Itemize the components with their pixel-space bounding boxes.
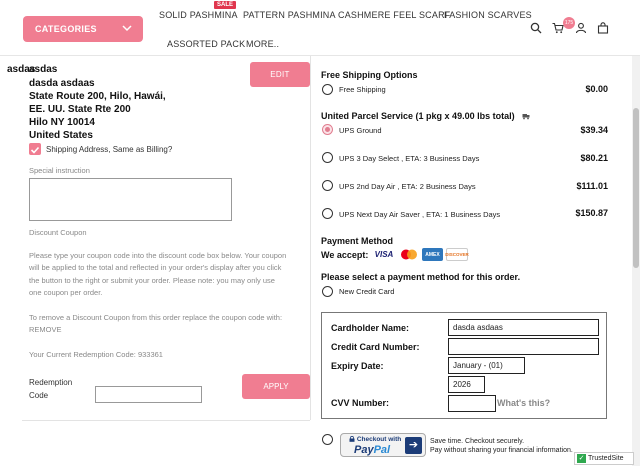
redemption-code-input[interactable] — [95, 386, 202, 403]
special-instruction-label: Special instruction — [29, 166, 90, 175]
free-shipping-price: $0.00 — [585, 84, 608, 94]
sale-badge: SALE — [214, 1, 237, 9]
discover-card-icon: DISCOVER — [445, 248, 469, 261]
expiry-month-select[interactable]: January - (01) — [448, 357, 525, 374]
section-divider — [22, 420, 310, 421]
ups-nextday-label[interactable]: UPS Next Day Air Saver , ETA: 1 Business… — [339, 210, 500, 219]
cvv-label: CVV Number: — [331, 398, 390, 408]
apply-coupon-button[interactable]: APPLY — [242, 374, 310, 399]
redemption-code-label: Redemption Code — [29, 378, 73, 400]
bag-icon[interactable] — [597, 22, 609, 34]
categories-button[interactable]: CATEGORIES — [23, 16, 143, 42]
ups-2day-label[interactable]: UPS 2nd Day Air , ETA: 2 Business Days — [339, 182, 476, 191]
scrollbar-thumb[interactable] — [633, 108, 639, 268]
checkmark-icon: ✓ — [577, 454, 586, 463]
chevron-down-icon — [122, 25, 132, 32]
same-as-billing-label: Shipping Address, Same as Billing? — [46, 145, 173, 154]
nav-more[interactable]: MORE.. — [246, 39, 279, 49]
expiry-date-label: Expiry Date: — [331, 361, 384, 371]
card-number-label: Credit Card Number: — [331, 342, 420, 352]
nav-assorted-pack[interactable]: ASSORTED PACK — [167, 39, 245, 49]
select-payment-prompt: Please select a payment method for this … — [321, 272, 521, 282]
categories-label: CATEGORIES — [35, 24, 97, 34]
new-credit-card-radio[interactable] — [322, 286, 333, 297]
address-line-6: United States — [29, 130, 93, 141]
cardholder-name-input[interactable]: dasda asdaas — [448, 319, 599, 336]
nav-pattern-pashmina[interactable]: PATTERN PASHMINA — [243, 10, 336, 20]
ups-2day-radio[interactable] — [322, 180, 333, 191]
free-shipping-label[interactable]: Free Shipping — [339, 85, 386, 94]
ups-nextday-radio[interactable] — [322, 208, 333, 219]
cardholder-name-label: Cardholder Name: — [331, 323, 410, 333]
visa-card-icon: VISA — [372, 248, 396, 261]
current-redemption-code: Your Current Redemption Code: 933361 — [29, 350, 163, 359]
payment-method-title: Payment Method — [321, 236, 394, 246]
free-shipping-radio[interactable] — [322, 84, 333, 95]
ups-nextday-price: $150.87 — [575, 208, 608, 218]
new-credit-card-label[interactable]: New Credit Card — [339, 287, 394, 296]
truck-icon — [522, 114, 530, 120]
address-line-5: Hilo NY 10014 — [29, 117, 95, 128]
address-line-2: dasda asdaas — [29, 78, 95, 89]
column-divider — [310, 56, 311, 420]
trusted-site-label: TrustedSite — [588, 455, 624, 462]
ups-title: United Parcel Service (1 pkg x 49.00 lbs… — [321, 111, 515, 121]
cart-count-badge: 175 — [563, 17, 575, 29]
address-name: asdas — [29, 64, 58, 75]
arrow-right-icon: ➔ — [405, 437, 422, 454]
search-icon[interactable] — [530, 22, 542, 34]
mastercard-icon — [397, 248, 420, 261]
check-icon — [30, 146, 40, 154]
paypal-logo: PayPal — [354, 444, 391, 456]
nav-fashion-scarves[interactable]: FASHION SCARVES — [444, 10, 532, 20]
special-instruction-textarea[interactable] — [29, 178, 232, 221]
cvv-input[interactable] — [448, 395, 496, 412]
card-number-input[interactable] — [448, 338, 599, 355]
expiry-year-select[interactable]: 2026 — [448, 376, 485, 393]
coupon-remove-text: To remove a Discount Coupon from this or… — [29, 313, 283, 335]
paypal-checkout-with: Checkout with — [349, 435, 401, 443]
ups-ground-radio[interactable] — [322, 124, 333, 135]
ups-ground-price: $39.34 — [580, 125, 608, 135]
ups-3day-price: $80.21 — [580, 153, 608, 163]
paypal-description: Save time. Checkout securely. Pay withou… — [430, 438, 573, 454]
ups-2day-price: $111.01 — [576, 181, 608, 191]
discount-coupon-title: Discount Coupon — [29, 228, 87, 237]
edit-address-button[interactable]: EDIT — [250, 62, 310, 87]
nav-solid-pashmina[interactable]: SOLID PASHMINA — [159, 10, 238, 20]
address-line-3: State Route 200, Hilo, Hawái, — [29, 91, 166, 102]
paypal-radio[interactable] — [322, 434, 333, 445]
amex-card-icon: AMEX — [422, 248, 443, 261]
user-icon[interactable] — [575, 22, 587, 34]
trusted-site-badge[interactable]: ✓ TrustedSite — [574, 452, 634, 465]
address-line-4: EE. UU. State Rte 200 — [29, 104, 131, 115]
site-header: CATEGORIES SOLID PASHMINA SALE PATTERN P… — [0, 0, 640, 56]
we-accept-label: We accept: — [321, 250, 369, 260]
free-shipping-title: Free Shipping Options — [321, 70, 418, 80]
ups-3day-label[interactable]: UPS 3 Day Select , ETA: 3 Business Days — [339, 154, 479, 163]
ups-3day-radio[interactable] — [322, 152, 333, 163]
paypal-checkout-button[interactable]: Checkout with PayPal ➔ — [340, 433, 426, 457]
lock-icon — [349, 435, 355, 442]
ups-ground-label[interactable]: UPS Ground — [339, 126, 382, 135]
same-as-billing-checkbox[interactable] — [29, 143, 41, 155]
nav-cashmere-feel-scarf[interactable]: CASHMERE FEEL SCARF — [338, 10, 451, 20]
coupon-help-text: Please type your coupon code into the di… — [29, 251, 287, 297]
whats-this-link[interactable]: What's this? — [497, 398, 550, 408]
